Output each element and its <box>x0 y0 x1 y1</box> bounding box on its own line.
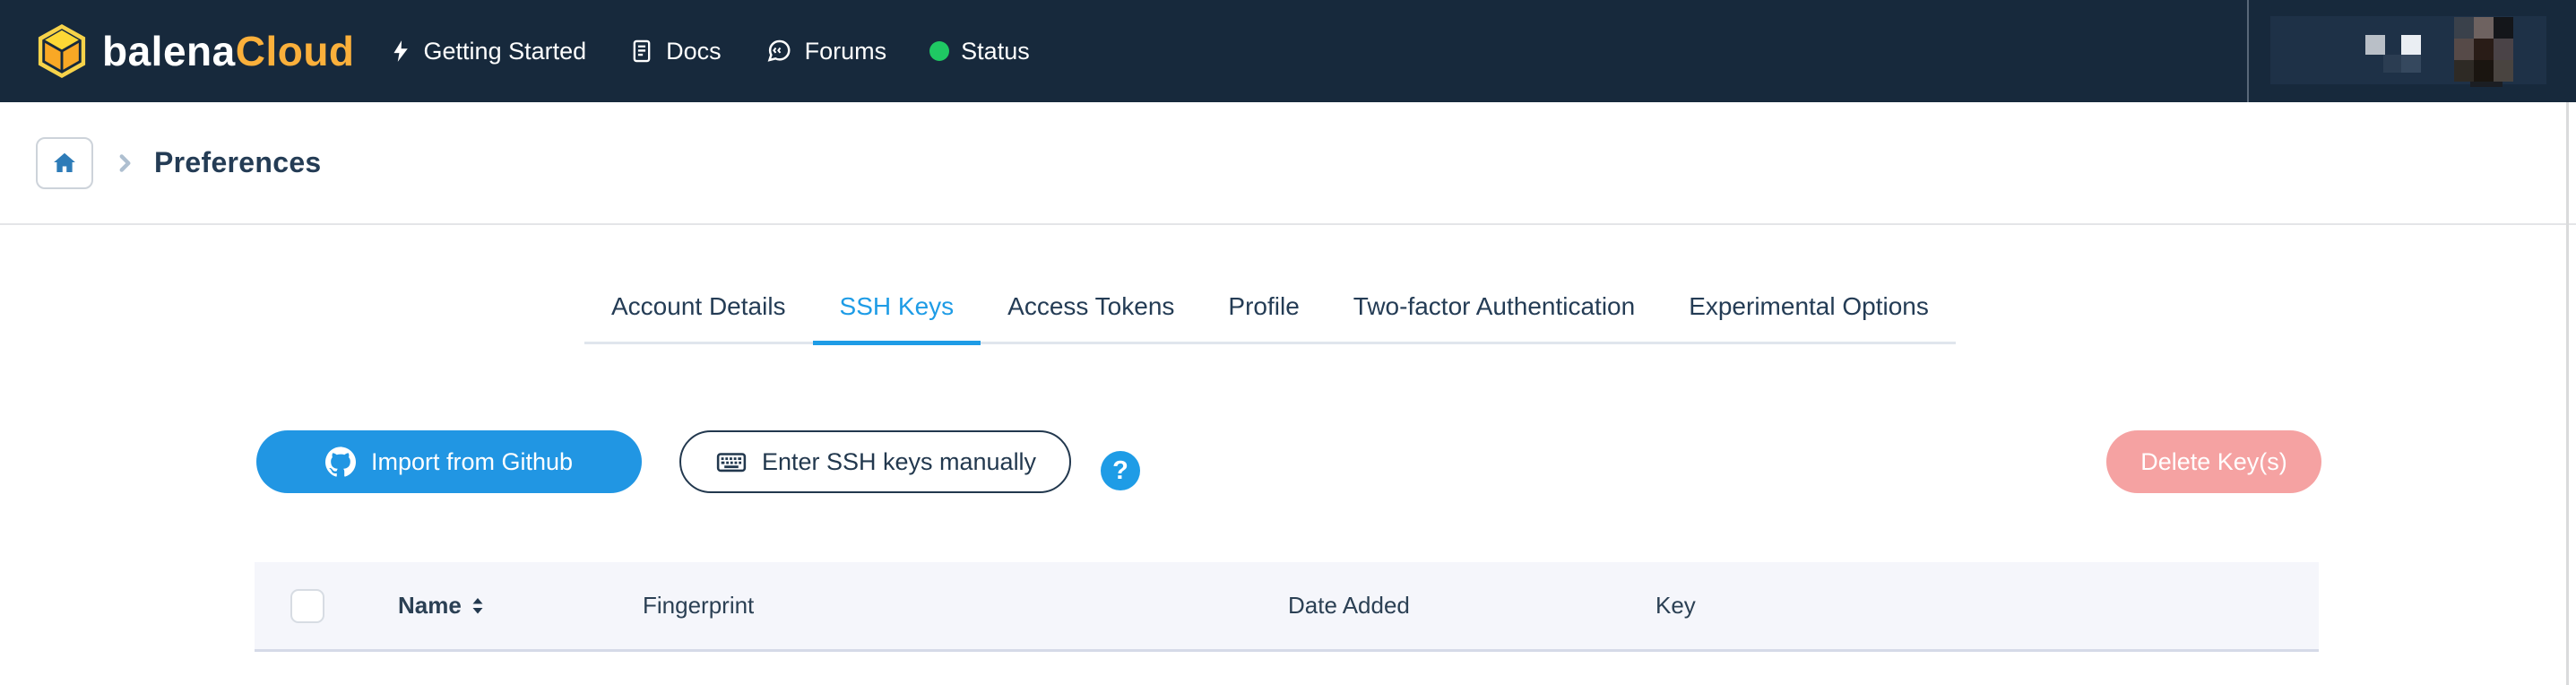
enter-ssh-label: Enter SSH keys manually <box>761 447 1037 475</box>
name-column-label: Name <box>398 592 462 619</box>
fingerprint-column-label: Fingerprint <box>643 592 755 619</box>
forums-chat-icon <box>765 38 793 65</box>
chevron-right-icon <box>113 150 136 177</box>
balena-cube-icon <box>36 22 88 80</box>
import-from-github-button[interactable]: Import from Github <box>256 430 642 493</box>
nav-label: Docs <box>666 37 722 65</box>
nav-label: Getting Started <box>423 37 587 65</box>
key-column-label: Key <box>1655 592 1696 619</box>
tab-two-factor[interactable]: Two-factor Authentication <box>1327 287 1662 345</box>
column-header-name[interactable]: Name <box>398 562 485 649</box>
tab-ssh-keys[interactable]: SSH Keys <box>812 287 981 345</box>
brand-logo[interactable]: balenaCloud <box>36 22 355 80</box>
preferences-tabbar: Account Details SSH Keys Access Tokens P… <box>584 287 1956 345</box>
nav-getting-started[interactable]: Getting Started <box>389 37 587 65</box>
date-added-column-label: Date Added <box>1288 592 1410 619</box>
navbar-links: Getting Started Docs Forums Status <box>389 38 1073 65</box>
page-title: Preferences <box>154 146 322 178</box>
nav-docs[interactable]: Docs <box>629 38 722 65</box>
tab-account-details[interactable]: Account Details <box>584 287 813 345</box>
nav-status[interactable]: Status <box>929 38 1030 65</box>
enter-ssh-keys-button[interactable]: Enter SSH keys manually <box>679 430 1071 493</box>
column-header-fingerprint: Fingerprint <box>643 562 754 649</box>
preferences-page: balenaCloud Getting Started Docs Forums … <box>0 0 2576 685</box>
scrollbar-track[interactable] <box>2566 102 2569 685</box>
column-header-key: Key <box>1655 562 1696 649</box>
keyboard-icon <box>714 447 748 477</box>
tab-experimental[interactable]: Experimental Options <box>1662 287 1956 345</box>
help-icon[interactable]: ? <box>1101 451 1140 490</box>
lightning-icon <box>389 38 412 65</box>
home-icon <box>50 150 79 177</box>
home-button[interactable] <box>36 136 93 189</box>
tab-access-tokens[interactable]: Access Tokens <box>981 287 1201 345</box>
avatar[interactable] <box>2454 17 2513 87</box>
user-menu-redacted[interactable] <box>2270 16 2546 87</box>
breadcrumb: Preferences <box>0 102 2576 225</box>
nav-label: Forums <box>804 37 887 65</box>
delete-keys-label: Delete Key(s) <box>2140 447 2287 475</box>
nav-forums[interactable]: Forums <box>765 37 887 65</box>
top-navbar: balenaCloud Getting Started Docs Forums … <box>0 0 2576 102</box>
navbar-divider <box>2247 0 2249 102</box>
ssh-keys-table-header: Name Fingerprint Date Added Key <box>255 562 2319 652</box>
github-icon <box>324 447 356 477</box>
delete-keys-button[interactable]: Delete Key(s) <box>2106 430 2321 493</box>
docs-icon <box>629 38 654 65</box>
tab-profile[interactable]: Profile <box>1201 287 1326 345</box>
brand-wordmark: balenaCloud <box>102 28 355 74</box>
status-green-dot-icon <box>929 41 950 61</box>
nav-label: Status <box>961 37 1030 65</box>
select-all-checkbox[interactable] <box>290 588 324 623</box>
column-header-date-added: Date Added <box>1288 562 1410 649</box>
sort-icon <box>471 595 485 617</box>
import-github-label: Import from Github <box>370 447 574 475</box>
help-glyph: ? <box>1112 455 1128 485</box>
